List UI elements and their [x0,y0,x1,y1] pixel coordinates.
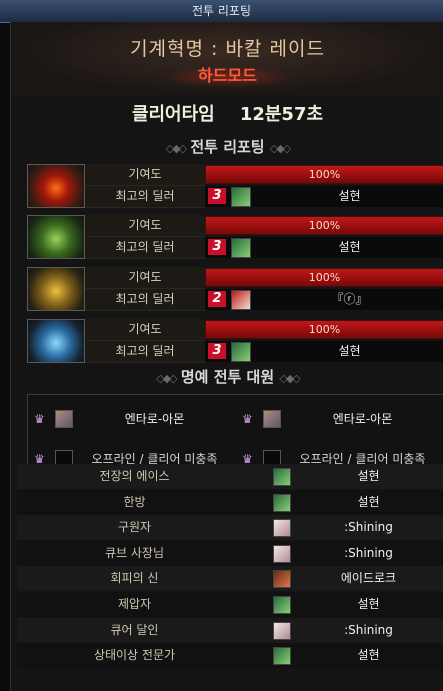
window-title: 전투 리포팅 [191,4,251,18]
contribution-bar: 100% [205,165,443,184]
award-title: 큐브 사장님 [104,545,164,560]
section-honor: ◇◆◇ 명예 전투 대원 ◇◆◇ [11,366,443,388]
dealer-name: 설현 [338,240,361,254]
window-title-bar: 전투 리포팅 [0,0,443,23]
award-row: 상태이상 전문가 설현 [17,643,443,669]
class-icon [231,290,251,310]
best-dealer-label: 최고의 딜러 [85,341,205,363]
award-title: 회피의 신 [110,571,159,586]
rank-badge: 3 [208,343,226,359]
best-dealer-label: 최고의 딜러 [85,289,205,311]
honor-name: 엔타로-아몬 [332,412,393,426]
award-title: 한방 [123,494,146,509]
party-card: 기여도 최고의 딜러 100% 3 설현 [27,164,443,208]
best-dealer[interactable]: 2 『ⓡ』 [205,289,443,310]
honor-name: 엔타로-아몬 [124,412,185,426]
honor-member[interactable]: ♛ 엔타로-아몬 [28,399,235,439]
award-title: 큐어 달인 [110,622,159,637]
award-title: 제압자 [117,597,152,611]
raid-header: 기계혁명 : 바칼 레이드 하드모드 [11,22,443,96]
award-player[interactable]: 에이드로크 [293,566,443,591]
class-icon [273,570,291,589]
class-icon [263,410,281,428]
best-dealer[interactable]: 3 설현 [205,341,443,362]
green-dragon-icon [27,215,85,259]
award-player[interactable]: 설현 [293,592,443,617]
class-icon [273,621,291,640]
contribution-percent: 100% [308,219,341,232]
award-player[interactable]: 설현 [293,490,443,515]
best-dealer[interactable]: 3 설현 [205,186,443,207]
contribution-label: 기여도 [85,267,205,289]
award-title: 구원자 [117,520,152,535]
red-dragon-icon [27,164,85,208]
contribution-bar: 100% [205,216,443,235]
award-row: 구원자 :Shining [17,515,443,541]
dealer-name: 설현 [338,344,361,358]
class-icon [273,493,291,512]
ornament-right: ◇◆◇ [269,142,291,155]
award-title: 전장의 에이스 [99,469,170,483]
clear-time-label: 클리어타임 [131,104,215,125]
class-icon [231,187,251,207]
party-card: 기여도 최고의 딜러 100% 3 설현 [27,215,443,259]
award-player[interactable]: :Shining [293,515,443,540]
section-battle-report: ◇◆◇ 전투 리포팅 ◇◆◇ [11,136,443,158]
class-icon [231,342,251,362]
blue-dragon-icon [27,319,85,363]
award-player[interactable]: :Shining [293,618,443,643]
award-player[interactable]: 설현 [293,643,443,668]
dealer-name: 『ⓡ』 [331,292,368,306]
crown-icon: ♛ [34,412,45,426]
contribution-label: 기여도 [85,215,205,237]
award-row: 큐어 달인 :Shining [17,617,443,643]
class-icon [55,410,73,428]
contribution-label: 기여도 [85,164,205,186]
award-row: 큐브 사장님 :Shining [17,540,443,566]
party-card: 기여도 최고의 딜러 100% 3 설현 [27,319,443,363]
class-icon [273,647,291,666]
section-battle-report-label: 전투 리포팅 [190,138,265,156]
raid-mode: 하드모드 [198,66,257,85]
award-row: 제압자 설현 [17,592,443,617]
contribution-percent: 100% [308,323,341,336]
section-honor-label: 명예 전투 대원 [180,368,275,386]
ornament-left: ◇◆◇ [165,142,187,155]
contribution-percent: 100% [308,271,341,284]
contribution-label: 기여도 [85,319,205,341]
class-icon [273,519,291,538]
award-title: 상태이상 전문가 [93,648,176,663]
best-dealer-label: 최고의 딜러 [85,237,205,259]
raid-title: 기계혁명 : 바칼 레이드 [130,38,325,60]
class-icon [273,468,291,486]
class-icon [231,238,251,258]
contribution-percent: 100% [308,168,341,181]
award-player[interactable]: 설현 [293,464,443,489]
gold-dragon-icon [27,267,85,311]
class-icon [273,596,291,614]
best-dealer[interactable]: 3 설현 [205,237,443,258]
award-row: 전장의 에이스 설현 [17,464,443,489]
honor-member[interactable]: ♛ 엔타로-아몬 [236,399,443,439]
report-panel: 기계혁명 : 바칼 레이드 하드모드 클리어타임 12분57초 ◇◆◇ 전투 리… [10,22,443,691]
award-player[interactable]: :Shining [293,541,443,566]
contribution-bar: 100% [205,320,443,339]
ornament-right: ◇◆◇ [279,372,300,385]
rank-badge: 3 [208,239,226,255]
party-card: 기여도 최고의 딜러 100% 2 『ⓡ』 [27,267,443,311]
crown-icon: ♛ [242,412,253,426]
contribution-bar: 100% [205,268,443,287]
clear-time: 클리어타임 12분57초 [11,100,443,130]
rank-badge: 2 [208,291,226,307]
award-row: 회피의 신 에이드로크 [17,566,443,592]
clear-time-value: 12분57초 [239,104,324,125]
dealer-name: 설현 [338,189,361,203]
best-dealer-label: 최고의 딜러 [85,186,205,208]
rank-badge: 3 [208,188,226,204]
class-icon [273,544,291,563]
award-row: 한방 설현 [17,489,443,515]
ornament-left: ◇◆◇ [156,372,177,385]
